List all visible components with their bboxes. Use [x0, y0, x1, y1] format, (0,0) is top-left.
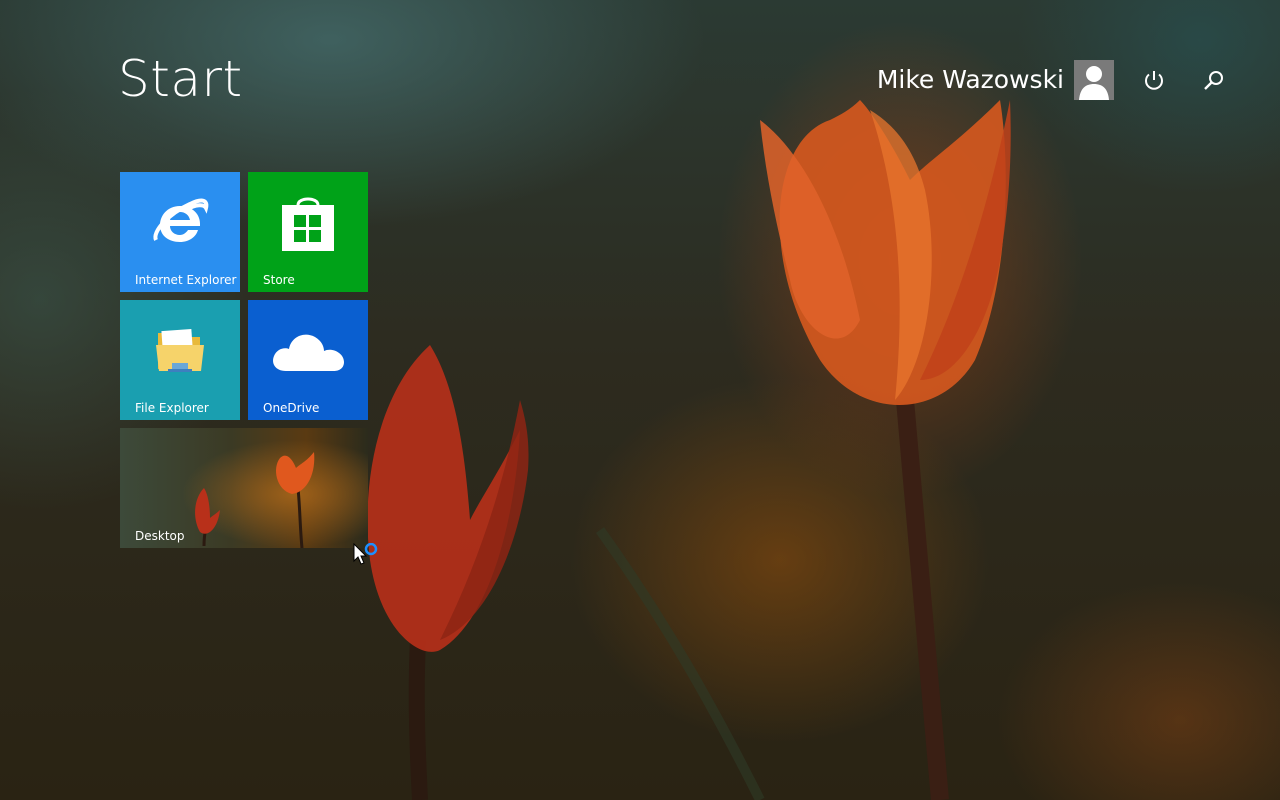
tile-desktop[interactable]: Desktop — [120, 428, 368, 548]
busy-cursor — [353, 542, 381, 575]
internet-explorer-icon — [153, 198, 209, 242]
power-icon — [1145, 71, 1163, 90]
folder-icon — [156, 328, 204, 372]
tile-file-explorer[interactable]: File Explorer — [120, 300, 240, 420]
start-title: Start — [118, 50, 243, 108]
tile-internet-explorer[interactable]: Internet Explorer — [120, 172, 240, 292]
search-icon — [1204, 71, 1223, 90]
cloud-icon — [273, 334, 344, 371]
tile-store[interactable]: Store — [248, 172, 368, 292]
tile-label: Desktop — [135, 529, 185, 543]
user-name: Mike Wazowski — [876, 65, 1064, 94]
pointer-busy-icon — [353, 542, 378, 565]
tile-label: Internet Explorer — [135, 273, 237, 287]
power-button[interactable] — [1136, 62, 1172, 98]
store-bag-icon — [282, 197, 334, 251]
tile-label: Store — [263, 273, 295, 287]
tile-onedrive[interactable]: OneDrive — [248, 300, 368, 420]
tile-label: OneDrive — [263, 401, 320, 415]
search-button[interactable] — [1196, 62, 1232, 98]
tile-label: File Explorer — [135, 401, 209, 415]
user-account-button[interactable]: Mike Wazowski — [877, 60, 1114, 100]
user-silhouette-icon — [1074, 60, 1114, 100]
